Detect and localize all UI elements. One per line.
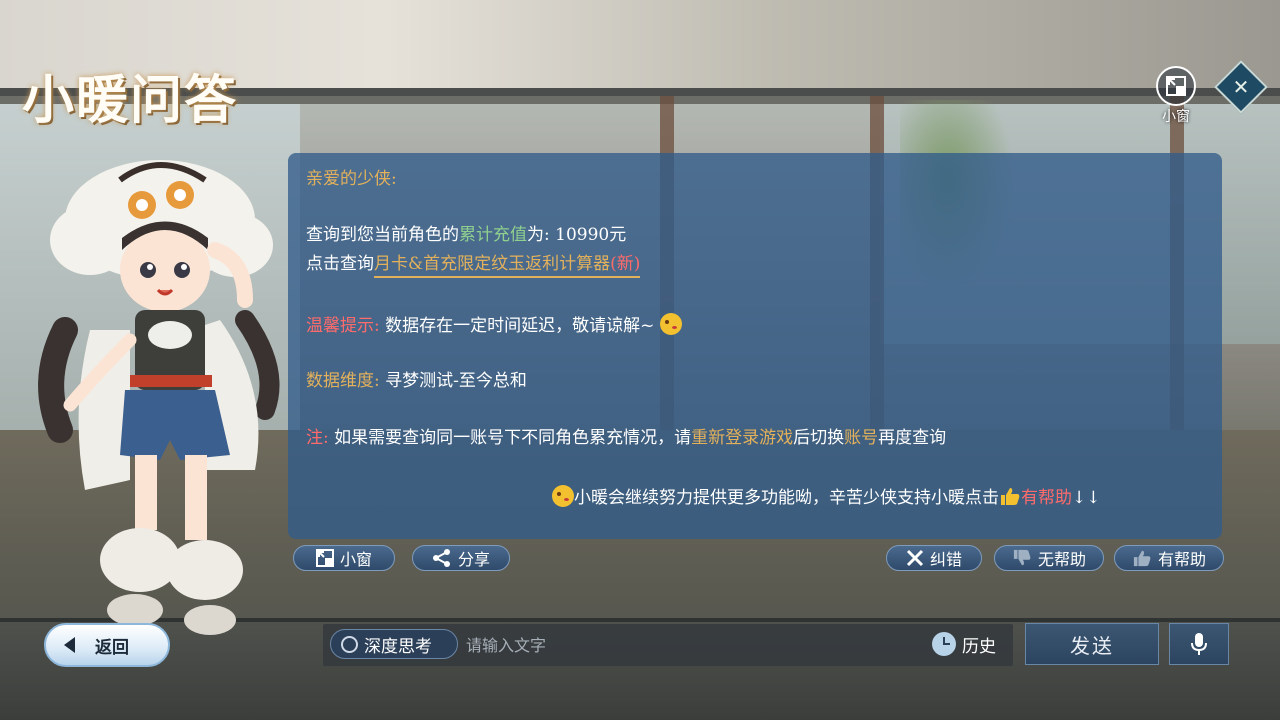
note-text-3: 再度查询 (878, 428, 947, 448)
note-highlight-relogin: 重新登录游戏 (691, 428, 794, 448)
page-title: 小暖问答 (22, 70, 239, 131)
close-icon: ✕ (1232, 75, 1250, 99)
note-text-2: 后切换 (793, 428, 845, 448)
clock-icon (932, 632, 956, 656)
back-label: 返回 (95, 637, 129, 658)
mini-window-top-button[interactable]: 小窗 (1154, 66, 1198, 125)
calculator-link-text: 月卡&首充限定纹玉返利计算器 (374, 254, 611, 274)
voice-button[interactable] (1169, 623, 1229, 665)
recharge-highlight: 累计充值 (459, 225, 527, 245)
back-button[interactable]: 返回 (44, 623, 170, 667)
note-highlight-account: 账号 (844, 428, 879, 448)
dimension-text: 寻梦测试-至今总和 (379, 371, 527, 391)
note-label: 注: (306, 428, 329, 448)
not-helpful-button[interactable]: 无帮助 (994, 545, 1104, 571)
mini-window-button[interactable]: 小窗 (293, 545, 395, 571)
send-button[interactable]: 发送 (1025, 623, 1159, 665)
history-button[interactable]: 历史 (932, 629, 1008, 659)
recharge-amount: 为: 10990元 (527, 225, 627, 245)
not-helpful-label: 无帮助 (1037, 550, 1086, 569)
correct-label: 纠错 (929, 550, 962, 569)
thumbs-up-icon (1001, 488, 1020, 505)
share-button[interactable]: 分享 (412, 545, 510, 571)
cross-icon (906, 549, 924, 567)
send-label: 发送 (1070, 633, 1114, 658)
mascot-character (38, 160, 280, 635)
dimension-label: 数据维度: (306, 371, 380, 391)
mini-window-icon (1156, 66, 1196, 106)
note-text-1: 如果需要查询同一账号下不同角色累充情况，请 (328, 428, 692, 448)
tip-label: 温馨提示: (306, 316, 380, 336)
note-line: 注: 如果需要查询同一账号下不同角色累充情况，请重新登录游戏后切换账号再度查询 (306, 428, 946, 449)
greeting: 亲爱的少侠: (306, 169, 397, 189)
mini-window-icon (315, 549, 334, 567)
history-label: 历史 (962, 636, 996, 657)
share-label: 分享 (457, 550, 490, 569)
calculator-new-badge: (新) (610, 254, 641, 274)
calculator-prefix: 点击查询 (306, 254, 374, 274)
correct-button[interactable]: 纠错 (886, 545, 982, 571)
footer-text: 小暖会继续努力提供更多功能呦，辛苦少侠支持小暖点击 (574, 488, 999, 508)
mini-window-label: 小窗 (339, 550, 372, 569)
footer-arrows: ↓↓ (1072, 488, 1101, 508)
dimension-line: 数据维度: 寻梦测试-至今总和 (306, 371, 527, 392)
footer-helpful: 有帮助 (1021, 488, 1072, 508)
tip-line: 温馨提示: 数据存在一定时间延迟，敬请谅解~ (306, 313, 682, 337)
microphone-icon (1191, 633, 1207, 655)
tip-text: 数据存在一定时间延迟，敬请谅解~ (379, 316, 655, 336)
deep-think-label: 深度思考 (364, 636, 432, 657)
mini-window-top-label: 小窗 (1162, 109, 1190, 125)
calculator-line: 点击查询月卡&首充限定纹玉返利计算器(新) (306, 254, 641, 278)
helpful-label: 有帮助 (1157, 550, 1206, 569)
thumbs-down-icon (1013, 549, 1031, 566)
back-arrow-icon (64, 637, 75, 653)
kiss-emoji-icon (659, 313, 682, 335)
calculator-link[interactable]: 月卡&首充限定纹玉返利计算器(新) (374, 254, 641, 278)
kiss-emoji-icon (552, 485, 574, 507)
share-icon (432, 549, 450, 567)
recharge-line: 查询到您当前角色的累计充值为: 10990元 (306, 225, 626, 246)
footer-line: 小暖会继续努力提供更多功能呦，辛苦少侠支持小暖点击 有帮助↓↓ (552, 485, 1101, 509)
thumbs-up-icon (1133, 550, 1151, 567)
answer-panel: 亲爱的少侠: 查询到您当前角色的累计充值为: 10990元 点击查询月卡&首充限… (288, 153, 1222, 539)
deep-think-toggle[interactable]: 深度思考 (330, 629, 458, 659)
helpful-button[interactable]: 有帮助 (1114, 545, 1224, 571)
deep-think-radio-icon (341, 635, 358, 653)
recharge-prefix: 查询到您当前角色的 (306, 225, 459, 245)
message-input[interactable] (466, 630, 906, 660)
